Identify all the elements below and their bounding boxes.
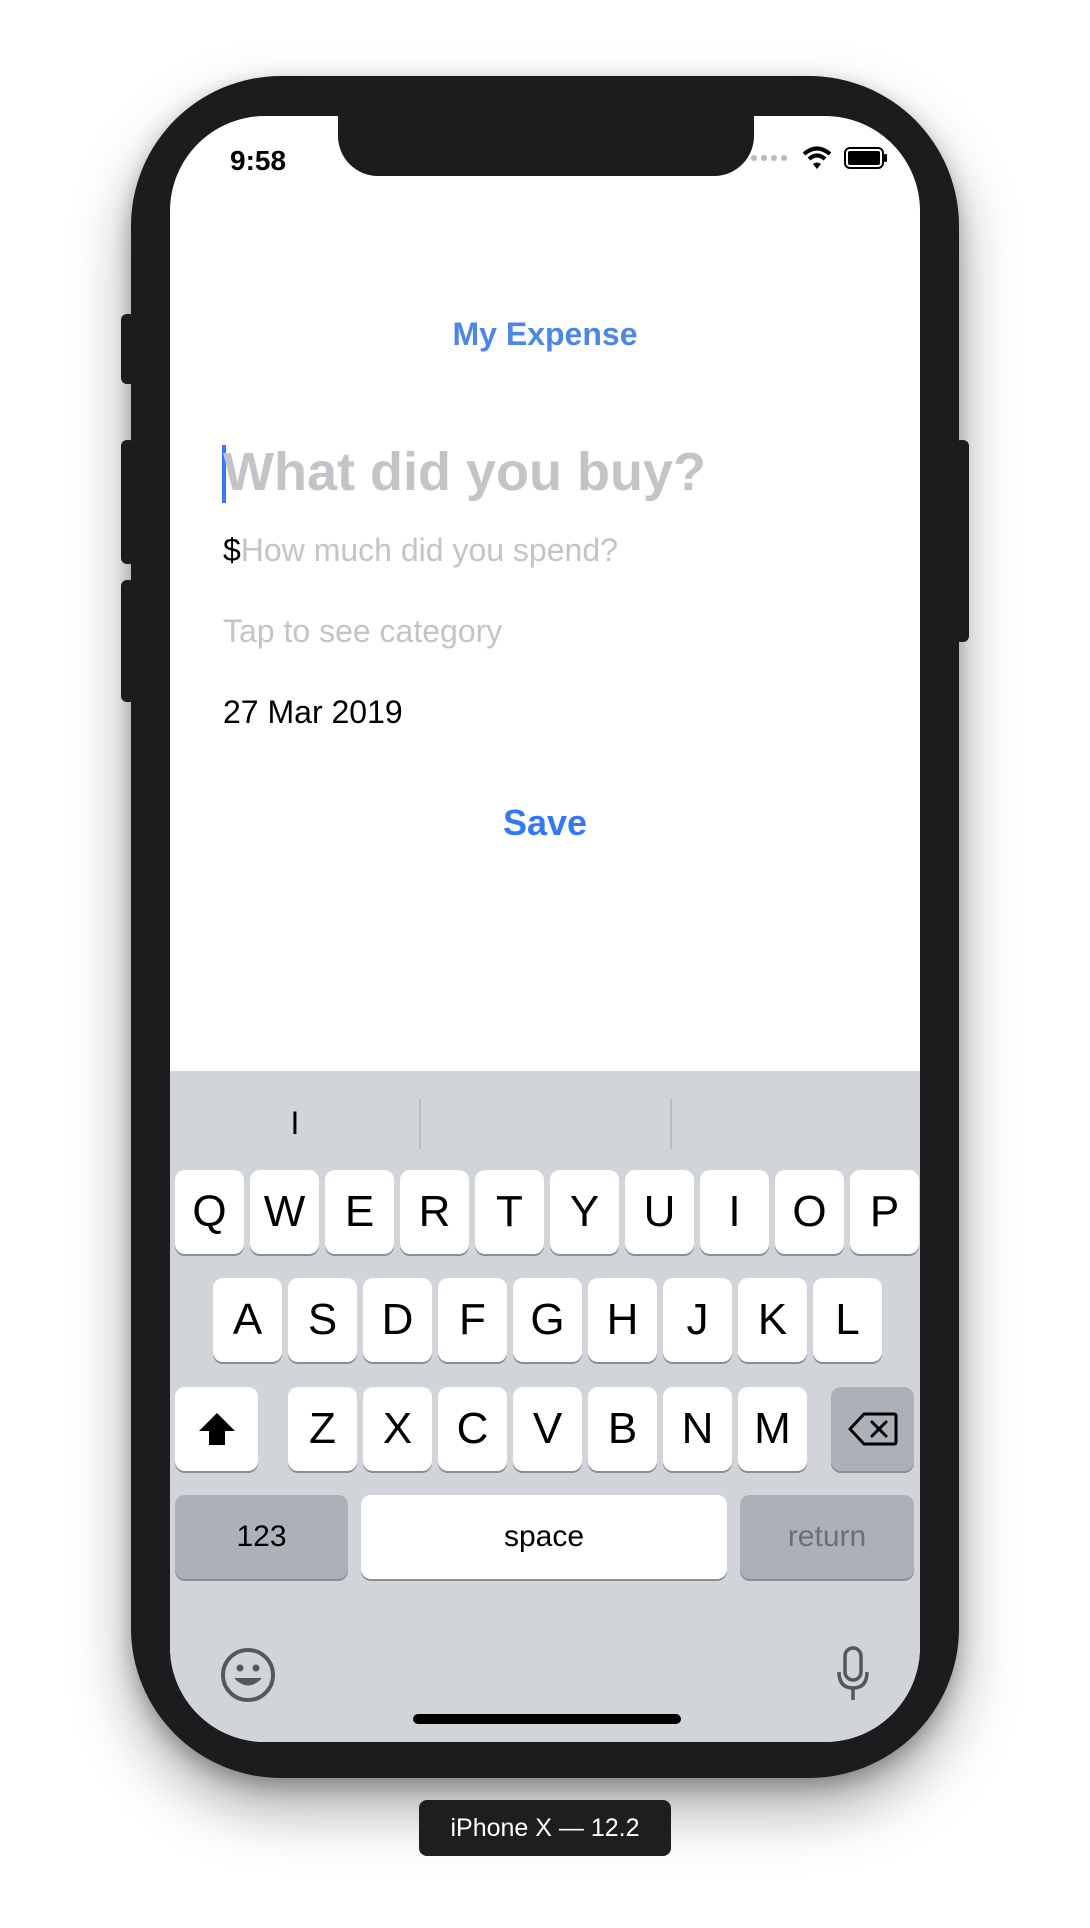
key-o[interactable]: O	[775, 1170, 844, 1254]
suggestion-1[interactable]: I	[170, 1105, 420, 1142]
shift-icon	[198, 1413, 235, 1445]
date-field[interactable]: 27 Mar 2019	[223, 694, 403, 731]
microphone-icon[interactable]	[835, 1646, 871, 1704]
amount-field[interactable]: $How much did you spend?	[223, 532, 618, 569]
volume-down-button	[121, 580, 135, 702]
key-s[interactable]: S	[288, 1278, 357, 1362]
suggestion-divider	[670, 1099, 672, 1149]
key-q[interactable]: Q	[175, 1170, 244, 1254]
screen: 9:58 My Expense What did you buy? $How m…	[170, 116, 920, 1742]
currency-symbol: $	[223, 532, 241, 568]
key-n[interactable]: N	[663, 1387, 732, 1471]
key-h[interactable]: H	[588, 1278, 657, 1362]
predictive-bar: I	[170, 1071, 920, 1171]
silent-switch	[121, 314, 135, 384]
key-z[interactable]: Z	[288, 1387, 357, 1471]
emoji-icon[interactable]	[220, 1647, 276, 1703]
key-y[interactable]: Y	[550, 1170, 619, 1254]
page-title: My Expense	[452, 316, 638, 352]
save-button[interactable]: Save	[170, 802, 920, 844]
space-key[interactable]: space	[361, 1495, 727, 1579]
delete-key[interactable]	[831, 1387, 914, 1471]
home-indicator[interactable]	[413, 1714, 681, 1724]
key-b[interactable]: B	[588, 1387, 657, 1471]
status-icons	[750, 146, 888, 170]
key-c[interactable]: C	[438, 1387, 507, 1471]
keyboard: I Q W E R T Y U I O P A S D F G H J K L	[170, 1071, 920, 1742]
key-t[interactable]: T	[475, 1170, 544, 1254]
key-d[interactable]: D	[363, 1278, 432, 1362]
key-k[interactable]: K	[738, 1278, 807, 1362]
cellular-signal-icon	[751, 155, 787, 161]
delete-icon	[848, 1412, 897, 1446]
key-i[interactable]: I	[700, 1170, 769, 1254]
key-v[interactable]: V	[513, 1387, 582, 1471]
battery-icon	[844, 147, 887, 169]
category-field[interactable]: Tap to see category	[223, 613, 502, 650]
suggestion-divider	[419, 1099, 421, 1149]
simulator-device-label: iPhone X — 12.2	[419, 1800, 671, 1856]
shift-key[interactable]	[175, 1387, 258, 1471]
return-key[interactable]: return	[740, 1495, 914, 1579]
key-r[interactable]: R	[400, 1170, 469, 1254]
key-g[interactable]: G	[513, 1278, 582, 1362]
key-u[interactable]: U	[625, 1170, 694, 1254]
key-w[interactable]: W	[250, 1170, 319, 1254]
key-l[interactable]: L	[813, 1278, 882, 1362]
key-m[interactable]: M	[738, 1387, 807, 1471]
key-p[interactable]: P	[850, 1170, 919, 1254]
power-button	[955, 440, 969, 642]
key-a[interactable]: A	[213, 1278, 282, 1362]
key-j[interactable]: J	[663, 1278, 732, 1362]
volume-up-button	[121, 440, 135, 564]
notch	[338, 116, 754, 176]
key-f[interactable]: F	[438, 1278, 507, 1362]
key-x[interactable]: X	[363, 1387, 432, 1471]
numbers-key[interactable]: 123	[175, 1495, 348, 1579]
status-time: 9:58	[230, 145, 287, 176]
item-name-input[interactable]: What did you buy?	[223, 441, 706, 503]
wifi-icon	[802, 146, 832, 169]
amount-input[interactable]: How much did you spend?	[241, 532, 618, 568]
key-e[interactable]: E	[325, 1170, 394, 1254]
